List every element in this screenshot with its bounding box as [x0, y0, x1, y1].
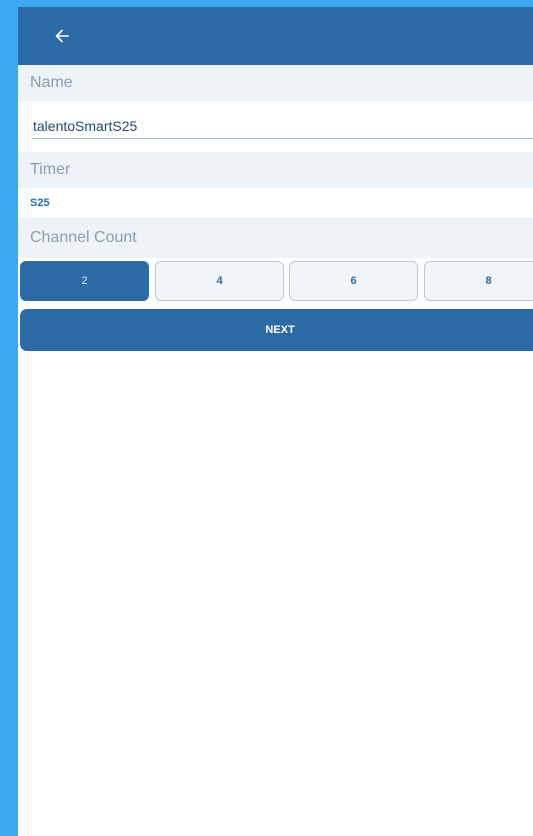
arrow-left-icon [55, 29, 69, 43]
back-button[interactable] [40, 14, 84, 58]
channel-option-4[interactable]: 4 [155, 261, 284, 301]
timer-value[interactable]: S25 [18, 188, 533, 218]
channel-count-selector: 2 4 6 8 [18, 258, 533, 305]
next-button[interactable]: NEXT [20, 309, 533, 351]
name-label: Name [18, 65, 533, 101]
app-bar [18, 7, 533, 65]
channel-option-2[interactable]: 2 [20, 261, 149, 301]
channel-count-label: Channel Count [18, 218, 533, 258]
channel-option-8[interactable]: 8 [424, 261, 533, 301]
name-input[interactable] [32, 113, 533, 139]
channel-option-6[interactable]: 6 [289, 261, 418, 301]
timer-label: Timer [18, 152, 533, 188]
app-screen: Name Timer S25 Channel Count 2 4 6 8 NEX… [18, 7, 533, 836]
name-field-row [18, 101, 533, 152]
